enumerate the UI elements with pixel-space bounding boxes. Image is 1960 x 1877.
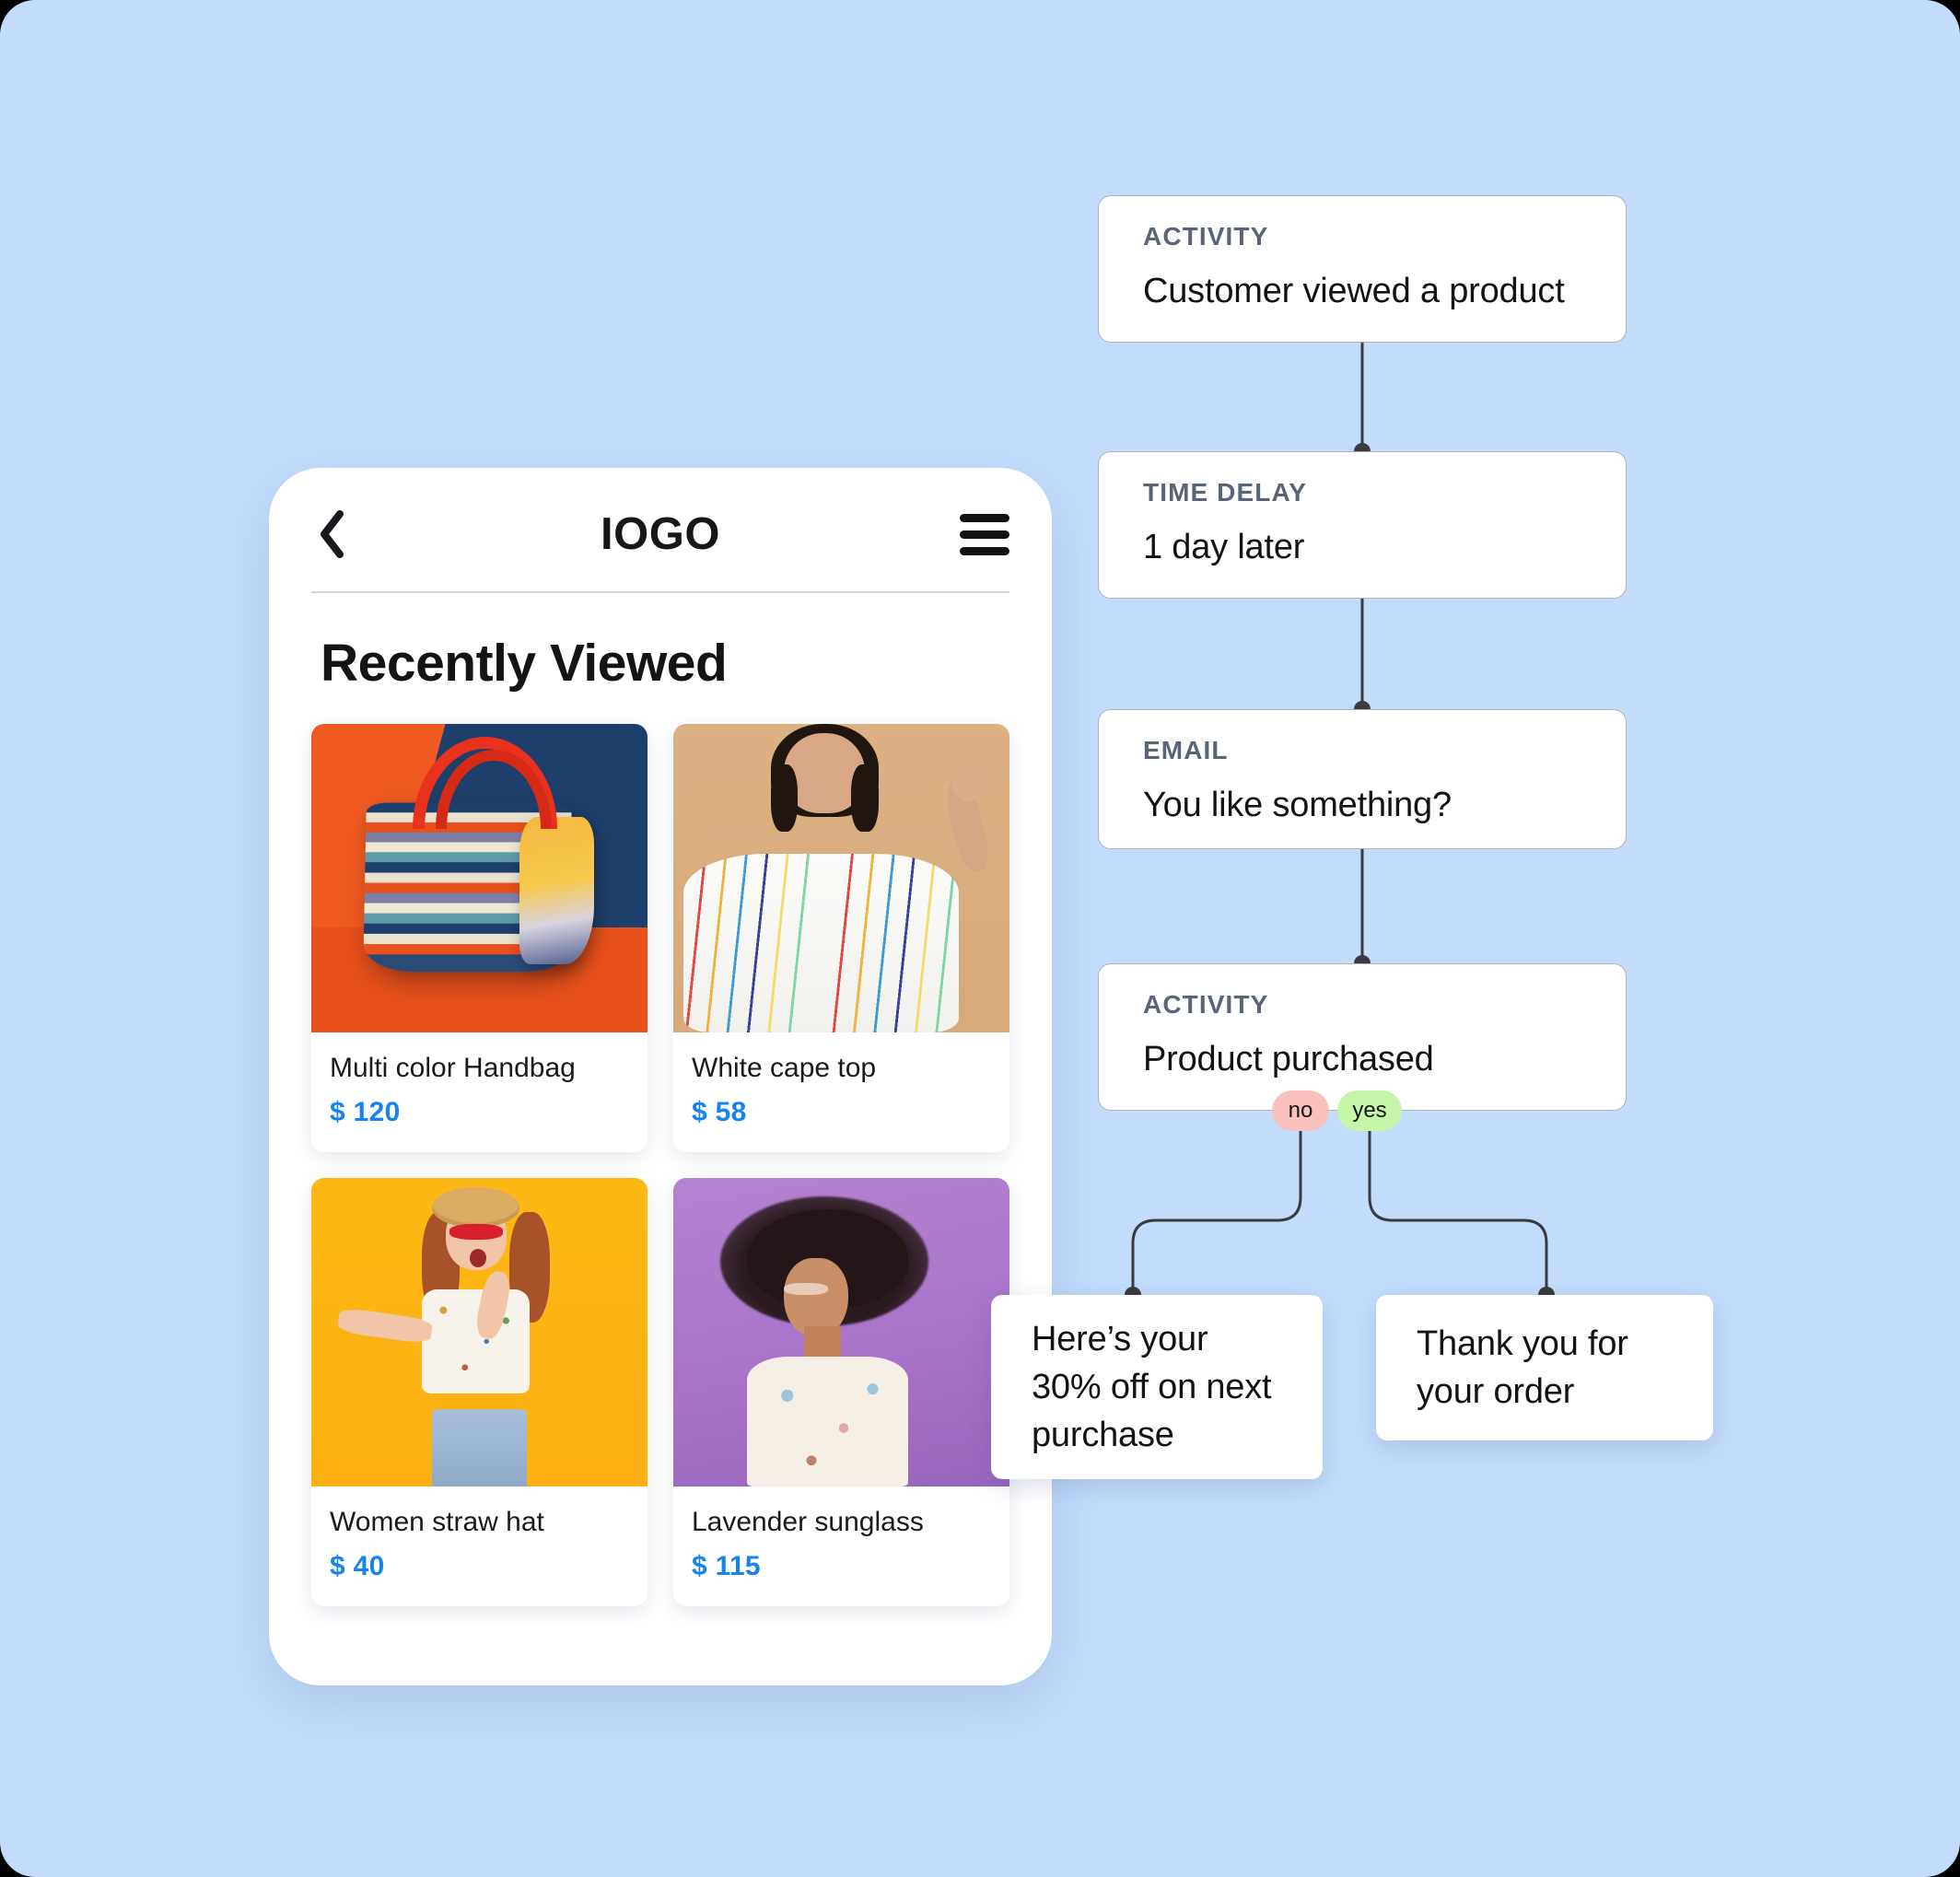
outcome-card-discount[interactable]: Here’s your 30% off on next purchase: [991, 1295, 1323, 1479]
outcome-text: Here’s your 30% off on next purchase: [1032, 1319, 1272, 1455]
node-kind-label: ACTIVITY: [1143, 990, 1269, 1019]
hamburger-bar: [960, 530, 1009, 539]
flow-node-activity-purchased[interactable]: ACTIVITY Product purchased: [1098, 963, 1627, 1111]
product-card[interactable]: Lavender sunglass $ 115: [673, 1178, 1009, 1606]
node-body-text: 1 day later: [1143, 528, 1305, 566]
flow-node-time-delay[interactable]: TIME DELAY 1 day later: [1098, 451, 1627, 599]
hamburger-bar: [960, 546, 1009, 555]
hamburger-menu-icon[interactable]: [960, 513, 1009, 555]
product-card[interactable]: White cape top $ 58: [673, 724, 1009, 1152]
header-divider: [311, 591, 1009, 593]
node-kind-label: TIME DELAY: [1143, 478, 1307, 507]
product-card[interactable]: Women straw hat $ 40: [311, 1178, 648, 1606]
product-image-handbag: [311, 724, 648, 1032]
product-meta: Lavender sunglass $ 115: [673, 1486, 1009, 1606]
flow-node-activity-viewed[interactable]: ACTIVITY Customer viewed a product: [1098, 195, 1627, 343]
phone-screen: IOGO Recently Viewed Multi color Handbag…: [269, 468, 1052, 1685]
node-body-text: Product purchased: [1143, 1040, 1434, 1078]
branch-pill-yes[interactable]: yes: [1337, 1090, 1402, 1131]
product-meta: Multi color Handbag $ 120: [311, 1032, 648, 1152]
product-name: Lavender sunglass: [692, 1507, 924, 1537]
outcome-card-thank-you[interactable]: Thank you for your order: [1376, 1295, 1713, 1440]
product-price: $ 115: [692, 1551, 761, 1581]
node-kind-label: EMAIL: [1143, 736, 1229, 764]
product-card[interactable]: Multi color Handbag $ 120: [311, 724, 648, 1152]
node-kind-label: ACTIVITY: [1143, 222, 1269, 251]
product-name: Women straw hat: [330, 1507, 544, 1537]
node-body-text: You like something?: [1143, 786, 1452, 824]
product-price: $ 40: [330, 1551, 385, 1581]
brand-logo: IOGO: [601, 509, 720, 559]
page-title: Recently Viewed: [321, 634, 728, 693]
product-name: White cape top: [692, 1053, 877, 1083]
product-meta: White cape top $ 58: [673, 1032, 1009, 1152]
outcome-text: Thank you for your order: [1417, 1323, 1628, 1411]
product-image-cape-top: [673, 724, 1009, 1032]
product-price: $ 120: [330, 1097, 401, 1127]
flow-node-email[interactable]: EMAIL You like something?: [1098, 709, 1627, 849]
phone-mockup: IOGO Recently Viewed Multi color Handbag…: [269, 468, 1052, 1685]
product-grid: Multi color Handbag $ 120 White cape top…: [311, 724, 1009, 1606]
app-header: IOGO: [311, 468, 1009, 588]
product-image-lavender-sunglass: [673, 1178, 1009, 1486]
branch-pill-no[interactable]: no: [1272, 1090, 1329, 1131]
chevron-left-icon[interactable]: [311, 510, 352, 558]
node-body-text: Customer viewed a product: [1143, 272, 1565, 310]
product-image-straw-hat: [311, 1178, 648, 1486]
product-price: $ 58: [692, 1097, 747, 1127]
hamburger-bar: [960, 513, 1009, 522]
product-name: Multi color Handbag: [330, 1053, 576, 1083]
product-meta: Women straw hat $ 40: [311, 1486, 648, 1606]
canvas: IOGO Recently Viewed Multi color Handbag…: [0, 0, 1960, 1877]
